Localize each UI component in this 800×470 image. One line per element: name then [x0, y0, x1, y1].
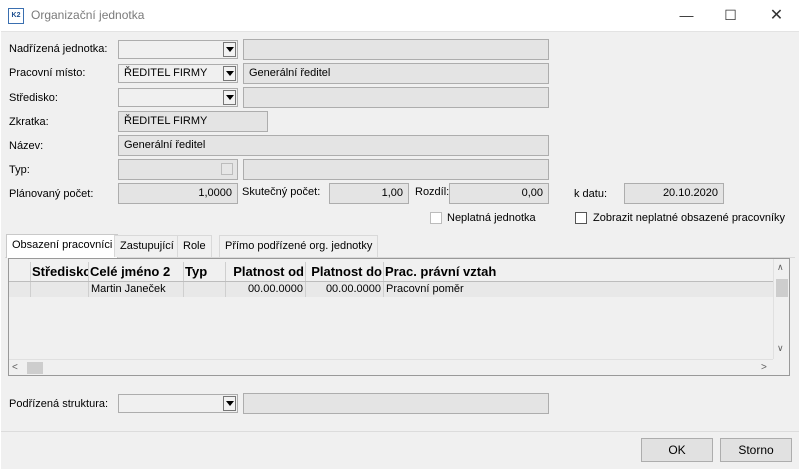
struktura-name-field: [243, 393, 549, 414]
minimize-icon[interactable]: —: [664, 0, 709, 31]
col-header-vztah[interactable]: Prac. právní vztah: [384, 262, 773, 281]
neplatna-checkbox[interactable]: [430, 212, 442, 224]
pracovni-combo[interactable]: ŘEDITEL FIRMY: [118, 64, 238, 83]
ok-button[interactable]: OK: [641, 438, 713, 462]
stredisko-name-field: [243, 87, 549, 108]
close-icon[interactable]: ✕: [754, 0, 799, 31]
chevron-right-icon[interactable]: >: [761, 362, 767, 373]
chevron-down-icon[interactable]: [223, 66, 236, 81]
cell-vztah: Pracovní poměr: [386, 283, 464, 295]
horizontal-scroll-thumb[interactable]: [27, 362, 43, 374]
nazev-label: Název:: [9, 140, 44, 152]
cell-jmeno: Martin Janeček: [89, 282, 184, 297]
typ-checkbox[interactable]: [221, 163, 233, 175]
grid-row-indicator: [9, 282, 31, 297]
vertical-scroll-thumb[interactable]: [776, 279, 788, 297]
pracovni-label: Pracovní místo:: [9, 67, 86, 79]
window-title: Organizační jednotka: [31, 8, 145, 22]
horizontal-scrollbar[interactable]: < >: [9, 359, 773, 375]
grid-row-indicator-header: [9, 262, 31, 281]
col-header-jmeno[interactable]: Celé jméno 2: [89, 262, 184, 281]
stredisko-label: Středisko:: [9, 92, 58, 104]
typ-label: Typ:: [9, 164, 30, 176]
app-icon: K2: [8, 8, 24, 24]
cell-platnost-do: 00.00.0000: [306, 282, 384, 297]
vertical-scrollbar[interactable]: ∧ ∨: [773, 259, 789, 359]
cell-typ: [184, 282, 226, 297]
planovany-label: Plánovaný počet:: [9, 188, 94, 200]
struktura-combo[interactable]: [118, 394, 238, 413]
col-header-platnost-do[interactable]: Platnost do: [306, 262, 384, 281]
col-header-stredisko[interactable]: Středisko: [31, 262, 89, 281]
maximize-icon[interactable]: ☐: [708, 0, 753, 31]
kdatu-label: k datu:: [574, 188, 608, 200]
neplatna-label: Neplatná jednotka: [447, 212, 536, 224]
chevron-down-icon[interactable]: [223, 396, 236, 411]
storno-button[interactable]: Storno: [720, 438, 792, 462]
zkratka-field[interactable]: ŘEDITEL FIRMY: [118, 111, 268, 132]
chevron-down-icon[interactable]: [223, 90, 236, 105]
chevron-down-icon[interactable]: ∨: [777, 343, 784, 354]
workers-grid: Středisko Celé jméno 2 Typ Platnost od P…: [8, 258, 790, 376]
typ-field[interactable]: [118, 159, 238, 180]
kdatu-field[interactable]: 20.10.2020: [624, 183, 724, 204]
pracovni-combo-value: ŘEDITEL FIRMY: [124, 67, 208, 79]
cell-platnost-od: 00.00.0000: [226, 282, 306, 297]
tab-role[interactable]: Role: [177, 235, 212, 257]
title-bar: K2 Organizační jednotka — ☐ ✕: [0, 0, 800, 31]
cell-stredisko: [31, 282, 89, 297]
nadrizena-name-field: [243, 39, 549, 60]
zobrazit-label: Zobrazit neplatné obsazené pracovníky: [593, 212, 786, 224]
stredisko-combo[interactable]: [118, 88, 238, 107]
tab-obsazeni[interactable]: Obsazení pracovníci: [6, 234, 119, 258]
planovany-field[interactable]: 1,0000: [118, 183, 238, 204]
pracovni-name-field: Generální ředitel: [243, 63, 549, 84]
chevron-up-icon[interactable]: ∧: [777, 262, 784, 273]
nadrizena-combo[interactable]: [118, 40, 238, 59]
col-header-platnost-od[interactable]: Platnost od: [226, 262, 306, 281]
zkratka-label: Zkratka:: [9, 116, 49, 128]
chevron-left-icon[interactable]: <: [12, 362, 18, 373]
skutecny-label: Skutečný počet:: [242, 186, 321, 198]
tab-podrizene[interactable]: Přímo podřízené org. jednotky: [219, 235, 379, 257]
rozdil-label: Rozdíl:: [415, 186, 450, 198]
skutecny-field: 1,00: [329, 183, 409, 204]
struktura-label: Podřízená struktura:: [9, 398, 109, 410]
chevron-down-icon[interactable]: [223, 42, 236, 57]
typ-name-field: [243, 159, 549, 180]
tab-zastupujici[interactable]: Zastupující: [114, 235, 180, 257]
zobrazit-checkbox[interactable]: [575, 212, 587, 224]
nazev-field[interactable]: Generální ředitel: [118, 135, 549, 156]
col-header-typ[interactable]: Typ: [184, 262, 226, 281]
rozdil-field: 0,00: [449, 183, 549, 204]
nadrizena-label: Nadřízená jednotka:: [9, 43, 108, 55]
